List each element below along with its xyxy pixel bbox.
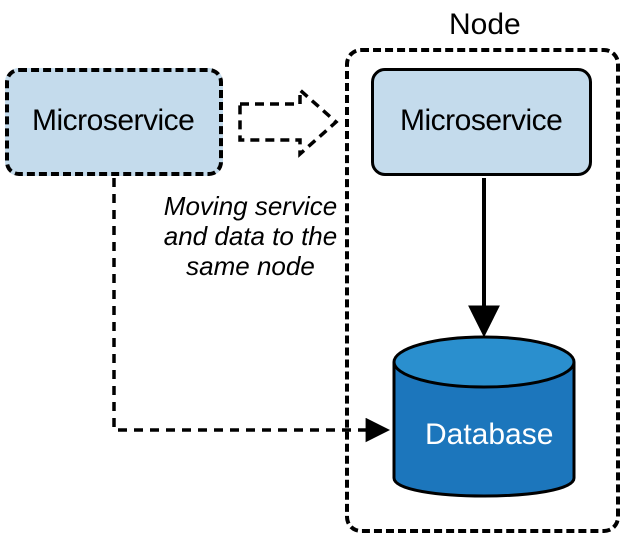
microservice-new-label: Microservice — [400, 104, 562, 138]
migration-caption: Moving service and data to the same node — [153, 192, 348, 282]
node-title: Node — [449, 8, 521, 42]
database-label: Database — [425, 418, 553, 452]
migrate-arrow-icon — [240, 90, 336, 154]
microservice-old-label: Microservice — [32, 104, 194, 138]
